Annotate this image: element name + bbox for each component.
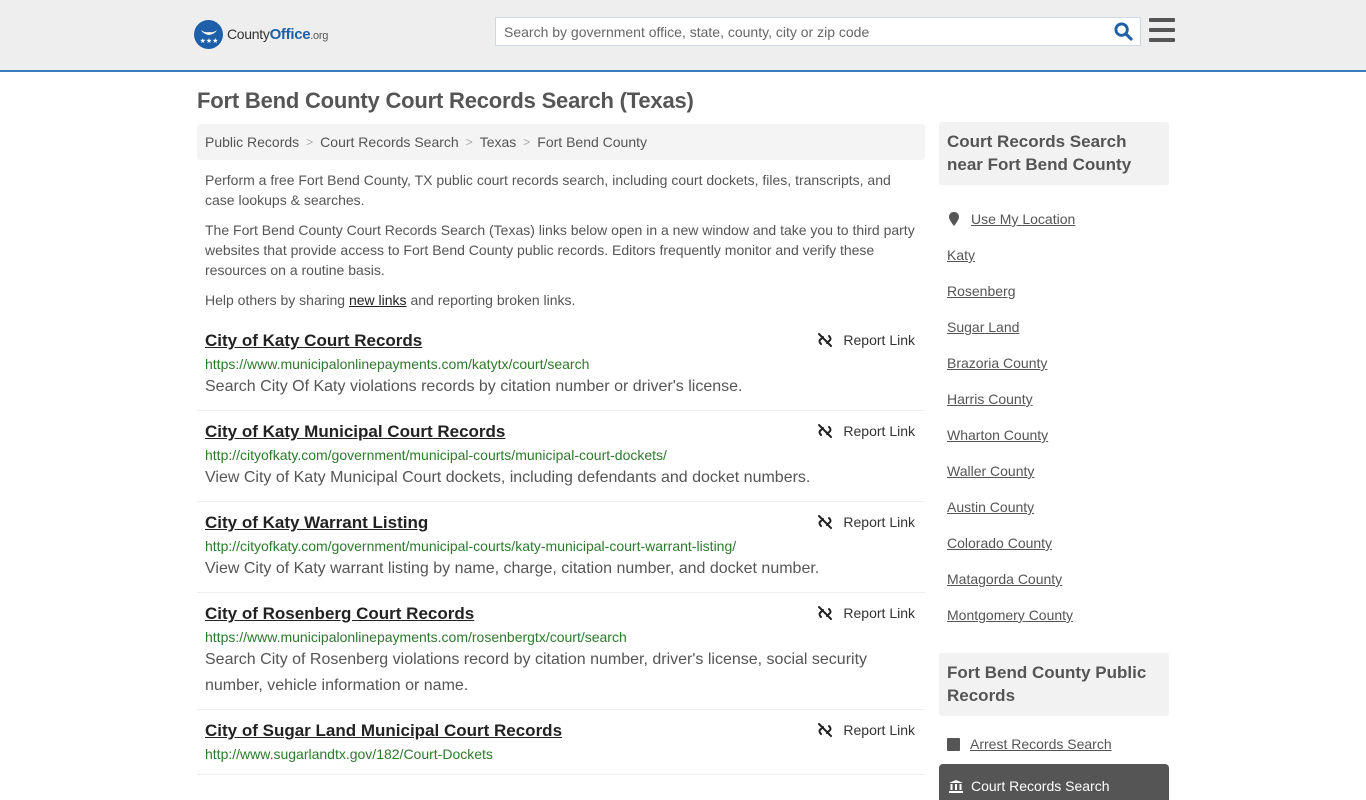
result-url[interactable]: https://www.municipalonlinepayments.com/…	[205, 627, 917, 647]
square-icon	[947, 737, 960, 751]
breadcrumb-public-records[interactable]: Public Records	[205, 134, 299, 150]
result-title-link[interactable]: City of Rosenberg Court Records	[205, 603, 474, 625]
result-title-link[interactable]: City of Sugar Land Municipal Court Recor…	[205, 720, 562, 742]
nearby-link-sugar-land[interactable]: Sugar Land	[947, 319, 1019, 335]
results-list: City of Katy Court Records Report Link h…	[197, 326, 925, 775]
use-my-location-link[interactable]: Use My Location	[971, 211, 1075, 227]
result-item: City of Sugar Land Municipal Court Recor…	[197, 710, 925, 775]
result-description: View City of Katy warrant listing by nam…	[205, 560, 820, 577]
nearby-list: Use My Location Katy Rosenberg Sugar Lan…	[939, 185, 1169, 633]
breadcrumb-texas[interactable]: Texas	[480, 134, 517, 150]
report-link-button[interactable]: Report Link	[817, 722, 915, 738]
nearby-link-austin-county[interactable]: Austin County	[947, 499, 1034, 515]
courthouse-icon	[949, 779, 963, 793]
top-bar: ★★★ CountyOffice.org	[0, 0, 1366, 72]
nearby-link-wharton-county[interactable]: Wharton County	[947, 427, 1048, 443]
public-records-list: Arrest Records Search	[939, 716, 1169, 762]
breadcrumb-fort-bend-county[interactable]: Fort Bend County	[537, 134, 647, 150]
result-item: City of Rosenberg Court Records Report L…	[197, 593, 925, 710]
breadcrumb-separator: >	[306, 135, 314, 149]
nearby-item: Montgomery County	[947, 597, 1161, 633]
map-pin-icon	[947, 211, 961, 227]
report-link-button[interactable]: Report Link	[817, 605, 915, 621]
result-title-link[interactable]: City of Katy Warrant Listing	[205, 512, 428, 534]
public-records-heading: Fort Bend County Public Records	[939, 653, 1169, 716]
result-description: Search City of Rosenberg violations reco…	[205, 651, 868, 694]
nearby-item: Sugar Land	[947, 309, 1161, 345]
nearby-item: Austin County	[947, 489, 1161, 525]
arrest-records-search-link[interactable]: Arrest Records Search	[970, 736, 1112, 752]
search-button[interactable]	[1106, 18, 1140, 45]
nearby-item: Harris County	[947, 381, 1161, 417]
breadcrumb-court-records-search[interactable]: Court Records Search	[320, 134, 459, 150]
breadcrumb-separator: >	[523, 135, 531, 149]
result-url[interactable]: http://cityofkaty.com/government/municip…	[205, 536, 917, 556]
result-url[interactable]: http://www.sugarlandtx.gov/182/Court-Doc…	[205, 744, 917, 764]
intro-paragraph-3: Help others by sharing new links and rep…	[205, 292, 576, 308]
page-title: Fort Bend County Court Records Search (T…	[197, 88, 694, 113]
nearby-link-colorado-county[interactable]: Colorado County	[947, 535, 1052, 551]
search-icon	[1113, 22, 1133, 41]
result-title-link[interactable]: City of Katy Municipal Court Records	[205, 421, 505, 443]
new-links-link[interactable]: new links	[349, 292, 407, 308]
nearby-item: Waller County	[947, 453, 1161, 489]
sidebar: Court Records Search near Fort Bend Coun…	[939, 122, 1169, 800]
result-url[interactable]: https://www.municipalonlinepayments.com/…	[205, 354, 917, 374]
search-input[interactable]	[496, 18, 1106, 45]
report-link-button[interactable]: Report Link	[817, 514, 915, 530]
nearby-link-brazoria-county[interactable]: Brazoria County	[947, 355, 1047, 371]
public-record-item: Arrest Records Search	[947, 726, 1161, 762]
eagle-logo-icon: ★★★	[194, 20, 223, 49]
result-title-link[interactable]: City of Katy Court Records	[205, 330, 422, 352]
nearby-item: Rosenberg	[947, 273, 1161, 309]
nearby-link-matagorda-county[interactable]: Matagorda County	[947, 571, 1062, 587]
site-logo[interactable]: ★★★ CountyOffice.org	[194, 20, 328, 49]
intro-paragraph-1: Perform a free Fort Bend County, TX publ…	[205, 172, 891, 208]
search-box	[495, 17, 1141, 46]
logo-text: CountyOffice.org	[227, 26, 329, 43]
broken-link-icon	[818, 723, 833, 737]
court-records-search-active-item[interactable]: Court Records Search	[939, 764, 1169, 800]
result-item: City of Katy Warrant Listing Report Link…	[197, 502, 925, 593]
result-item: City of Katy Court Records Report Link h…	[197, 326, 925, 411]
nearby-link-katy[interactable]: Katy	[947, 247, 975, 263]
intro-text: Perform a free Fort Bend County, TX publ…	[205, 170, 921, 320]
result-description: View City of Katy Municipal Court docket…	[205, 469, 811, 486]
intro-paragraph-2: The Fort Bend County Court Records Searc…	[205, 222, 915, 278]
broken-link-icon	[818, 424, 833, 438]
broken-link-icon	[818, 333, 833, 347]
breadcrumb: Public Records > Court Records Search > …	[197, 124, 925, 160]
result-item: City of Katy Municipal Court Records Rep…	[197, 411, 925, 502]
nearby-item: Matagorda County	[947, 561, 1161, 597]
breadcrumb-separator: >	[465, 135, 473, 149]
nearby-link-montgomery-county[interactable]: Montgomery County	[947, 607, 1073, 623]
use-my-location-item: Use My Location	[947, 201, 1161, 237]
nearby-link-harris-county[interactable]: Harris County	[947, 391, 1033, 407]
nearby-link-rosenberg[interactable]: Rosenberg	[947, 283, 1016, 299]
nearby-item: Colorado County	[947, 525, 1161, 561]
nearby-item: Katy	[947, 237, 1161, 273]
nearby-item: Brazoria County	[947, 345, 1161, 381]
svg-text:★★★: ★★★	[199, 37, 218, 45]
nearby-heading: Court Records Search near Fort Bend Coun…	[939, 122, 1169, 185]
broken-link-icon	[818, 606, 833, 620]
broken-link-icon	[818, 515, 833, 529]
hamburger-menu-icon[interactable]	[1149, 18, 1175, 42]
result-description: Search City Of Katy violations records b…	[205, 378, 743, 395]
report-link-button[interactable]: Report Link	[817, 332, 915, 348]
nearby-item: Wharton County	[947, 417, 1161, 453]
report-link-button[interactable]: Report Link	[817, 423, 915, 439]
nearby-link-waller-county[interactable]: Waller County	[947, 463, 1034, 479]
result-url[interactable]: http://cityofkaty.com/government/municip…	[205, 445, 917, 465]
